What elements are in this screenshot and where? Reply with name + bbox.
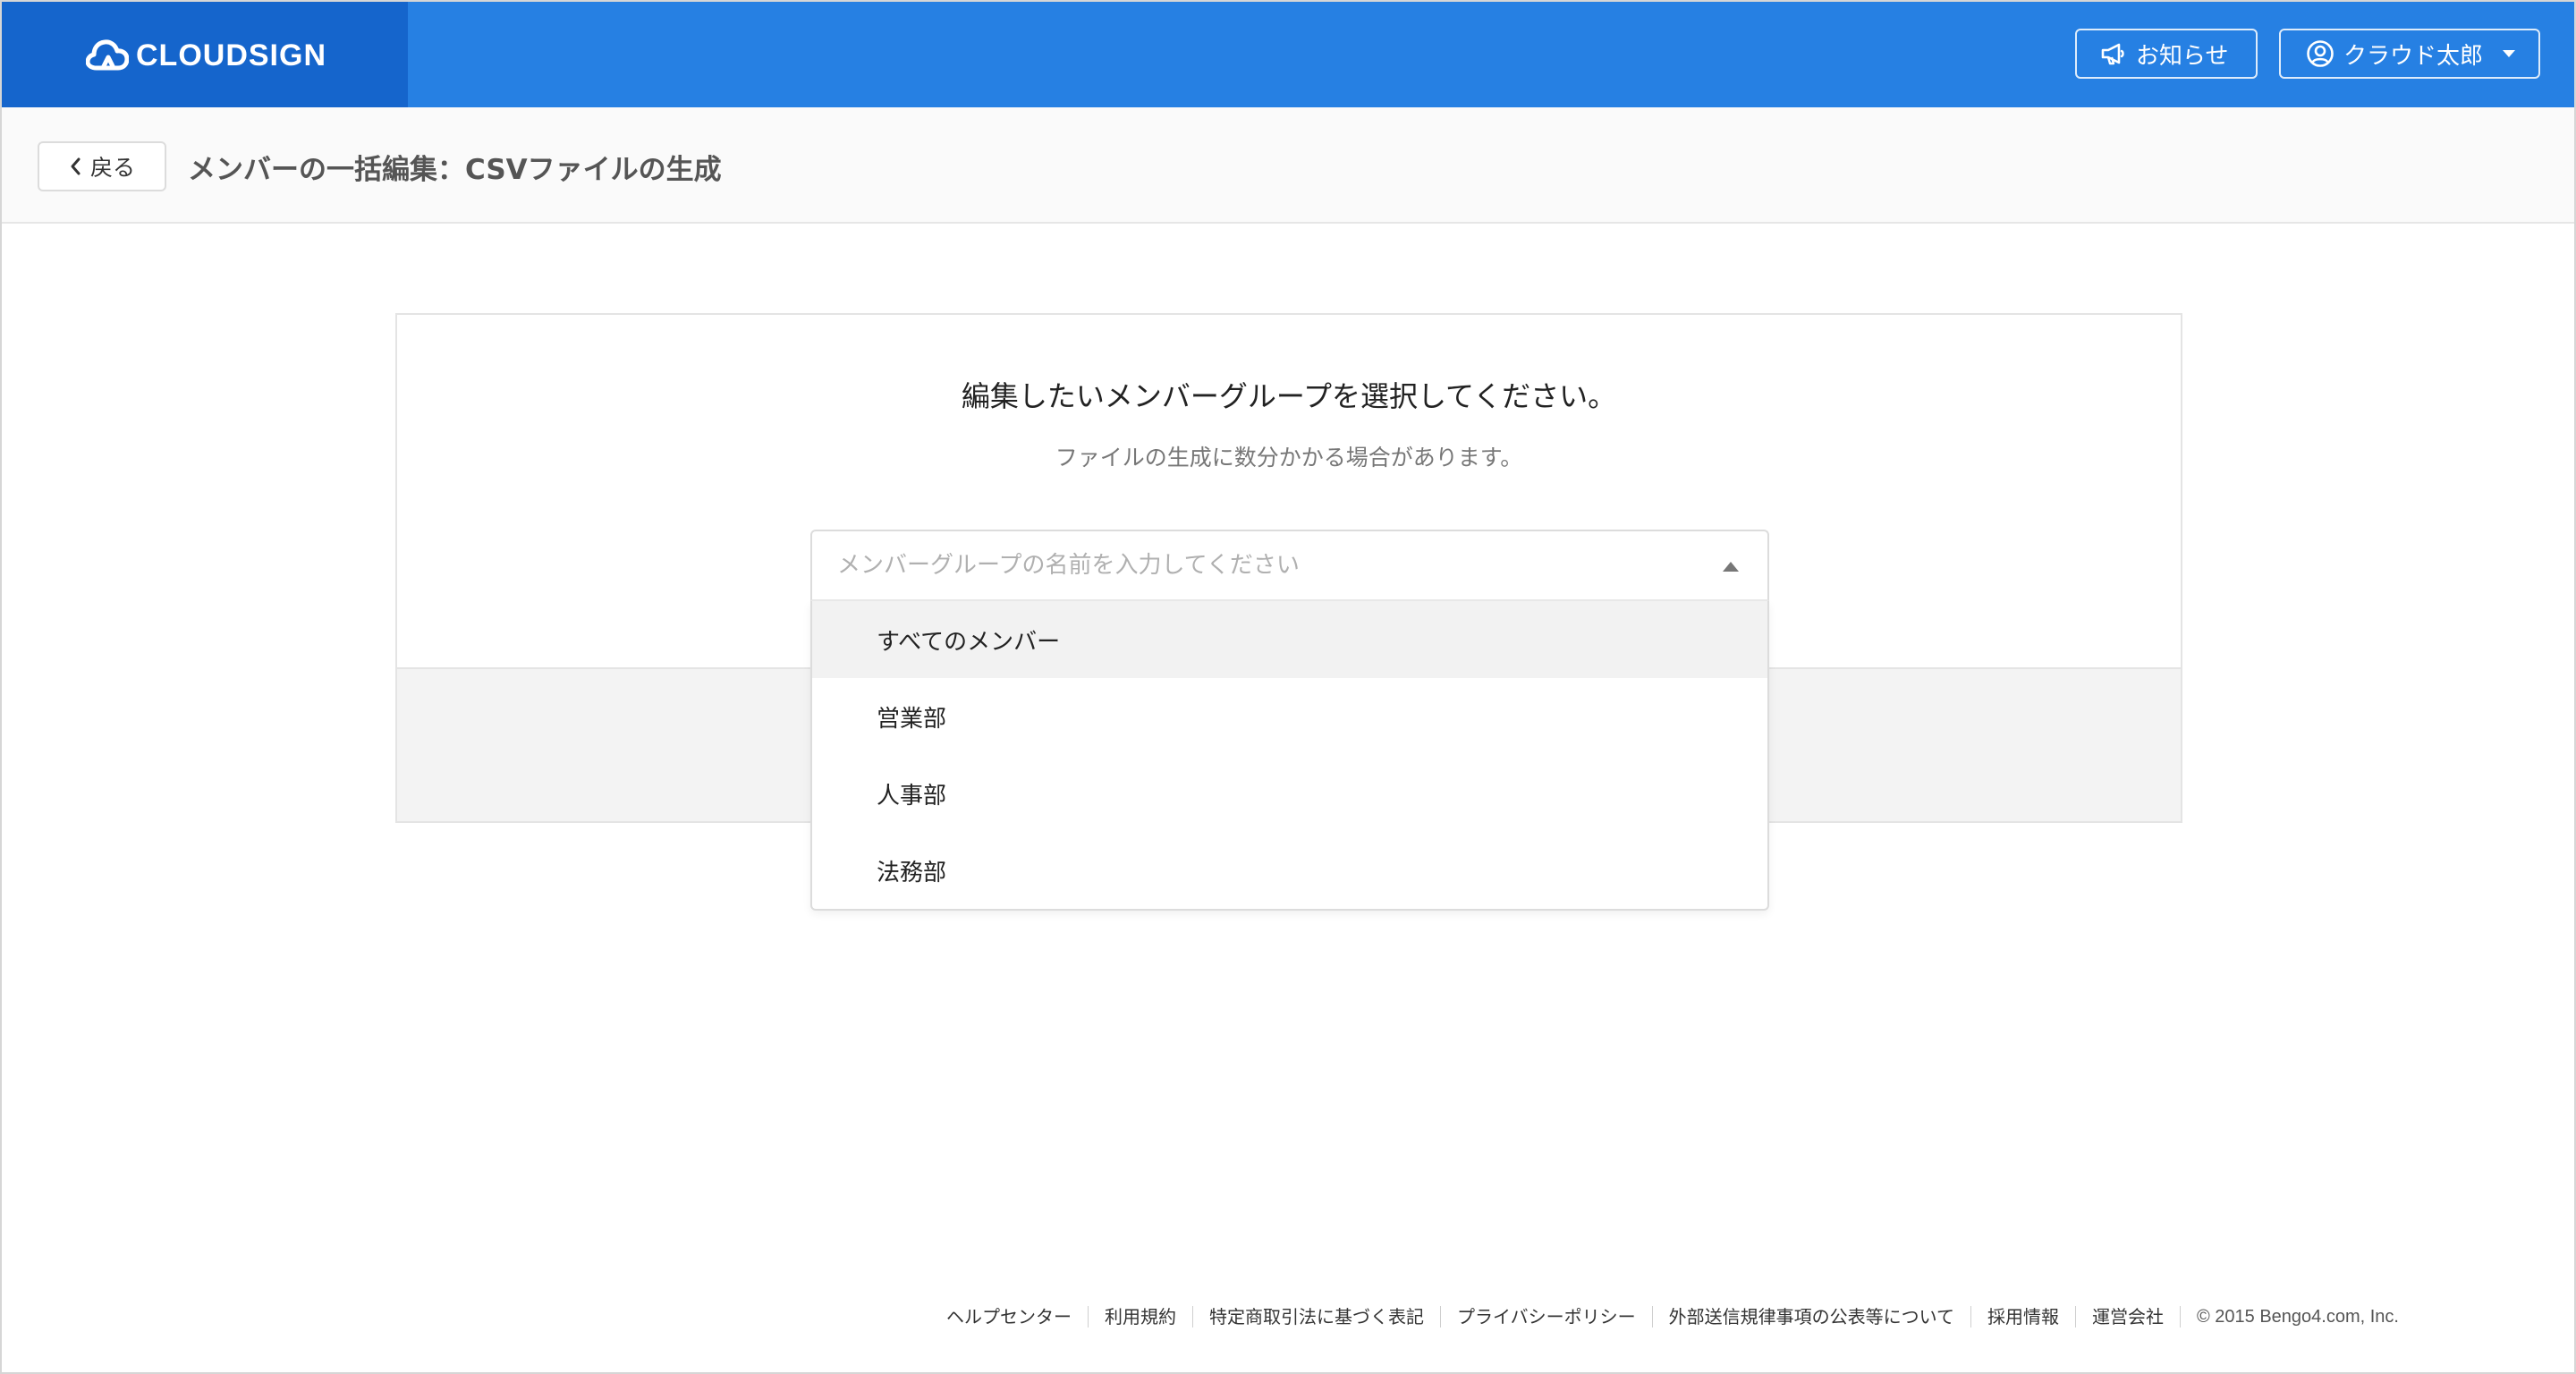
chevron-down-icon (2503, 50, 2515, 57)
logo[interactable]: CLOUDSIGN (86, 34, 326, 77)
footer-link-commerce[interactable]: 特定商取引法に基づく表記 (1193, 1306, 1441, 1327)
card-subtext: ファイルの生成に数分かかる場合があります。 (1055, 445, 1523, 471)
option-legal[interactable]: 法務部 (812, 832, 1767, 909)
footer-link-external[interactable]: 外部送信規律事項の公表等について (1653, 1306, 1971, 1327)
user-circle-icon (2306, 39, 2334, 68)
news-label: お知らせ (2136, 42, 2229, 70)
caret-up-icon[interactable] (1723, 562, 1739, 572)
option-all-members[interactable]: すべてのメンバー (812, 601, 1767, 678)
member-group-dropdown: すべてのメンバー 営業部 人事部 法務部 (810, 601, 1769, 911)
page-title: メンバーの一括編集：CSVファイルの生成 (188, 154, 722, 186)
user-menu-button[interactable]: クラウド太郎 (2279, 29, 2540, 79)
page-header: 戻る メンバーの一括編集：CSVファイルの生成 (2, 107, 2574, 224)
footer-link-recruit[interactable]: 採用情報 (1971, 1306, 2076, 1327)
option-sales[interactable]: 営業部 (812, 678, 1767, 755)
logo-area[interactable]: CLOUDSIGN (2, 2, 408, 107)
site-footer: ヘルプセンター 利用規約 特定商取引法に基づく表記 プライバシーポリシー 外部送… (930, 1306, 2399, 1327)
chevron-left-icon (69, 157, 81, 176)
option-hr[interactable]: 人事部 (812, 755, 1767, 832)
footer-link-company[interactable]: 運営会社 (2076, 1306, 2181, 1327)
member-group-input[interactable] (835, 551, 1644, 580)
member-group-select[interactable]: すべてのメンバー 営業部 人事部 法務部 (810, 530, 1769, 911)
app-window: CLOUDSIGN お知らせ クラウド太郎 戻る メンバーの一括編集：CSVファ… (0, 0, 2576, 1374)
cloud-logo-icon (86, 38, 129, 73)
footer-link-privacy[interactable]: プライバシーポリシー (1441, 1306, 1653, 1327)
footer-link-terms[interactable]: 利用規約 (1089, 1306, 1193, 1327)
news-button[interactable]: お知らせ (2075, 29, 2258, 79)
footer-link-help[interactable]: ヘルプセンター (930, 1306, 1089, 1327)
card-heading: 編集したいメンバーグループを選択してください。 (961, 379, 1617, 413)
back-label: 戻る (89, 155, 135, 181)
back-button[interactable]: 戻る (38, 141, 166, 191)
top-header: CLOUDSIGN お知らせ クラウド太郎 (2, 2, 2574, 107)
megaphone-icon (2100, 41, 2127, 66)
logo-text: CLOUDSIGN (136, 38, 326, 72)
member-group-search[interactable] (810, 530, 1769, 601)
copyright: © 2015 Bengo4.com, Inc. (2197, 1306, 2399, 1327)
user-name: クラウド太郎 (2343, 42, 2484, 70)
